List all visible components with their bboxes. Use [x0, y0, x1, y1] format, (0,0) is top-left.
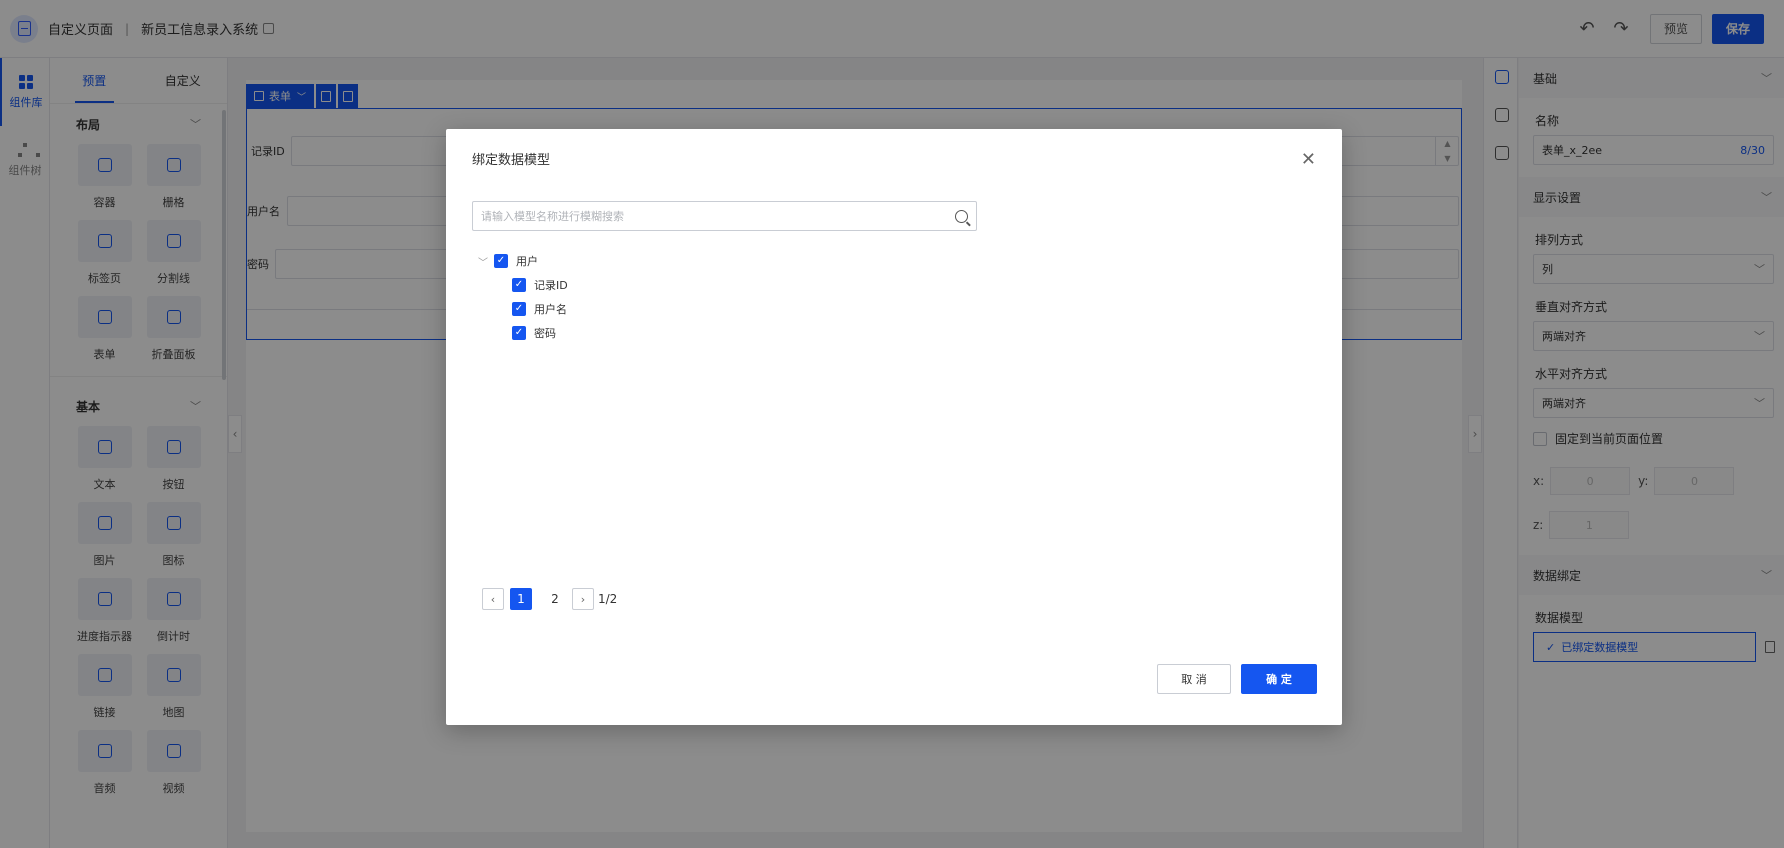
close-icon[interactable]: ✕	[1301, 149, 1316, 170]
tree-node-child[interactable]: ✓ 记录ID	[478, 273, 568, 297]
search-icon[interactable]	[955, 209, 968, 223]
model-tree: ﹀ ✓ 用户 ✓ 记录ID ✓ 用户名 ✓ 密码	[478, 249, 568, 345]
tree-node-child[interactable]: ✓ 用户名	[478, 297, 568, 321]
checkbox-checked-icon[interactable]: ✓	[494, 254, 508, 268]
next-page-button[interactable]: ›	[572, 588, 594, 610]
page-total: 1/2	[598, 592, 618, 606]
tree-node-label: 密码	[534, 327, 556, 340]
checkbox-checked-icon[interactable]: ✓	[512, 326, 526, 340]
search-input[interactable]	[481, 209, 955, 223]
bind-model-dialog: 绑定数据模型 ✕ ﹀ ✓ 用户 ✓ 记录ID ✓ 用户名 ✓ 密码 ‹ 1 2 …	[446, 129, 1342, 725]
prev-page-button[interactable]: ‹	[482, 588, 504, 610]
model-search	[472, 201, 977, 231]
confirm-button[interactable]: 确 定	[1241, 664, 1317, 694]
tree-node-label: 用户	[516, 255, 538, 268]
tree-node-child[interactable]: ✓ 密码	[478, 321, 568, 345]
page-1[interactable]: 1	[510, 588, 532, 610]
cancel-button[interactable]: 取 消	[1157, 664, 1231, 694]
page-2[interactable]: 2	[544, 588, 566, 610]
pagination: ‹ 1 2 › 1/2	[482, 588, 617, 610]
chevron-down-icon[interactable]: ﹀	[478, 254, 494, 269]
checkbox-checked-icon[interactable]: ✓	[512, 278, 526, 292]
tree-node-label: 记录ID	[534, 279, 568, 292]
dialog-title: 绑定数据模型	[472, 153, 551, 168]
tree-node-label: 用户名	[534, 303, 567, 316]
checkbox-checked-icon[interactable]: ✓	[512, 302, 526, 316]
tree-node-root[interactable]: ﹀ ✓ 用户	[478, 249, 568, 273]
